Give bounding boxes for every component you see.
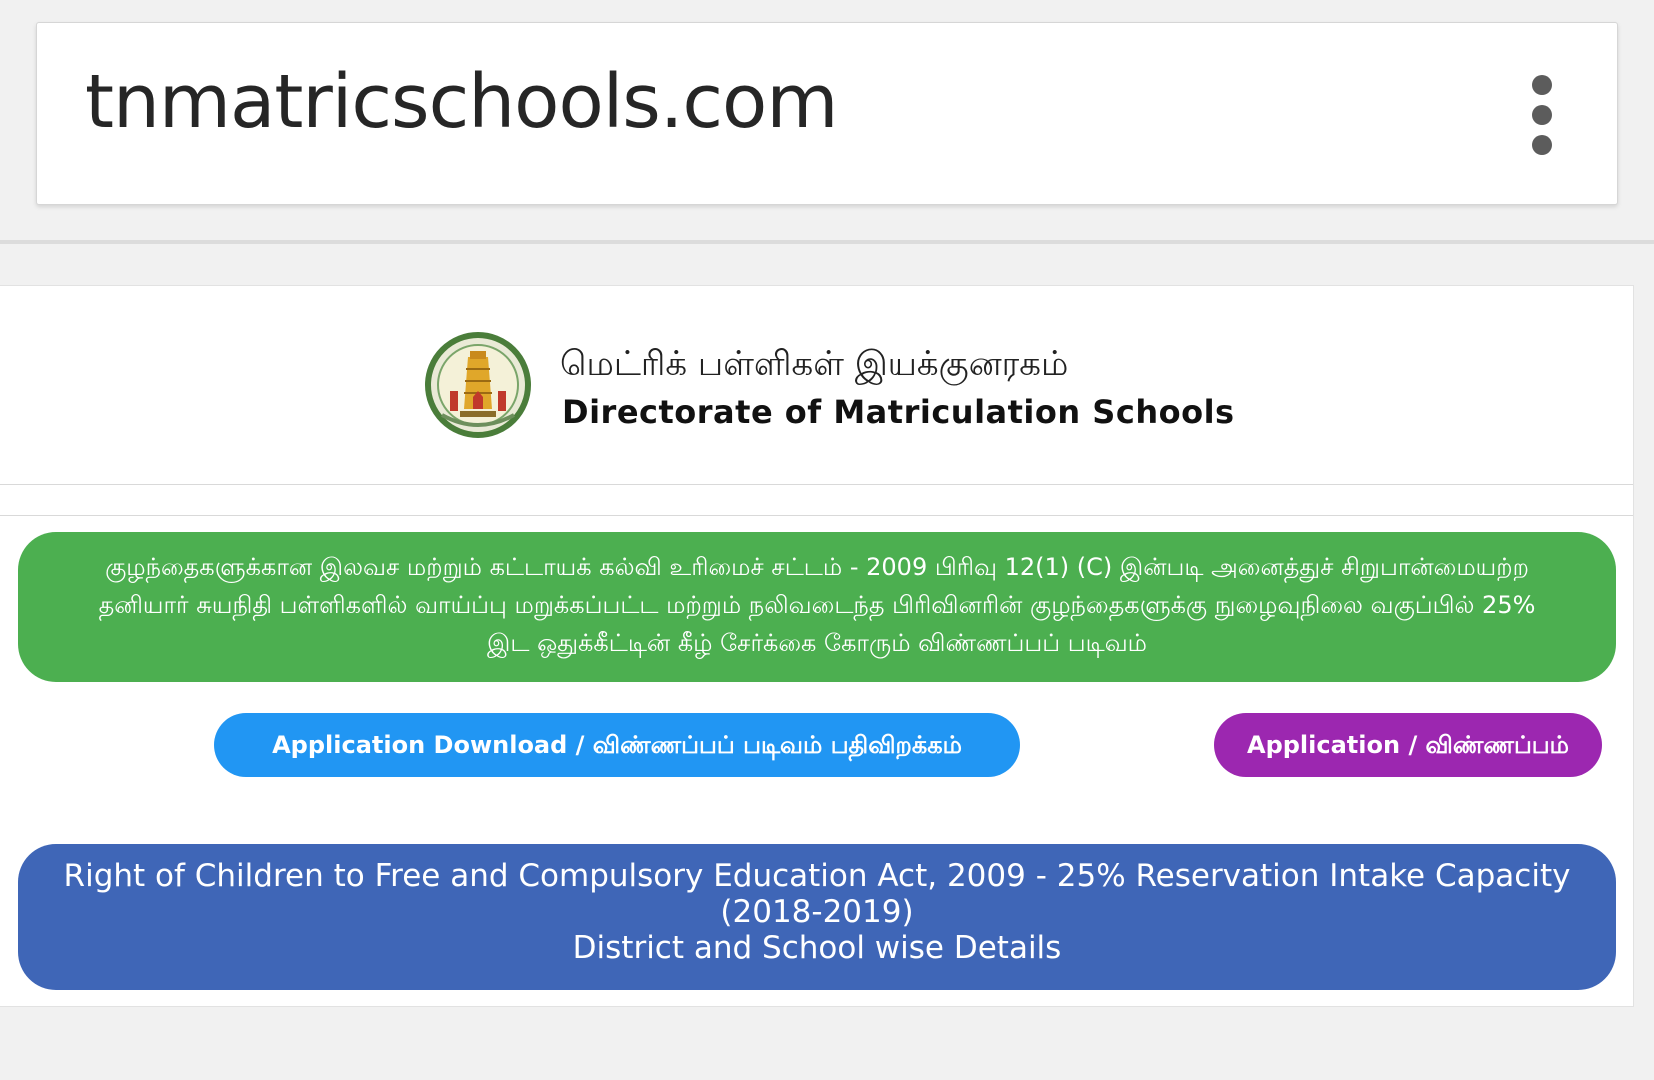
site-title-tamil: மெட்ரிக் பள்ளிகள் இயக்குனரகம் — [560, 344, 1069, 384]
site-title-english: Directorate of Matriculation Schools — [562, 393, 1235, 431]
address-bar[interactable]: tnmatricschools.com — [36, 22, 1618, 205]
toolbar-divider — [0, 240, 1654, 244]
application-button[interactable]: Application / விண்ணப்பம் — [1214, 713, 1602, 777]
admission-notice-banner: குழந்தைகளுக்கான இலவச மற்றும் கட்டாயக் கல… — [18, 532, 1616, 682]
section-divider — [0, 515, 1633, 516]
site-header: மெட்ரிக் பள்ளிகள் இயக்குனரகம் Directorat… — [0, 286, 1633, 485]
page-content: மெட்ரிக் பள்ளிகள் இயக்குனரகம் Directorat… — [0, 285, 1634, 1007]
intake-capacity-title: Right of Children to Free and Compulsory… — [63, 858, 1571, 930]
tamil-nadu-emblem-icon — [425, 332, 531, 438]
intake-capacity-subtitle: District and School wise Details — [572, 930, 1062, 966]
url-text[interactable]: tnmatricschools.com — [85, 65, 838, 139]
admission-notice-text: குழந்தைகளுக்கான இலவச மற்றும் கட்டாயக் கல… — [98, 553, 1536, 657]
intake-capacity-link[interactable]: Right of Children to Free and Compulsory… — [18, 844, 1616, 990]
application-download-button[interactable]: Application Download / விண்ணப்பப் படிவம்… — [214, 713, 1020, 777]
more-vert-icon[interactable] — [1531, 75, 1553, 155]
